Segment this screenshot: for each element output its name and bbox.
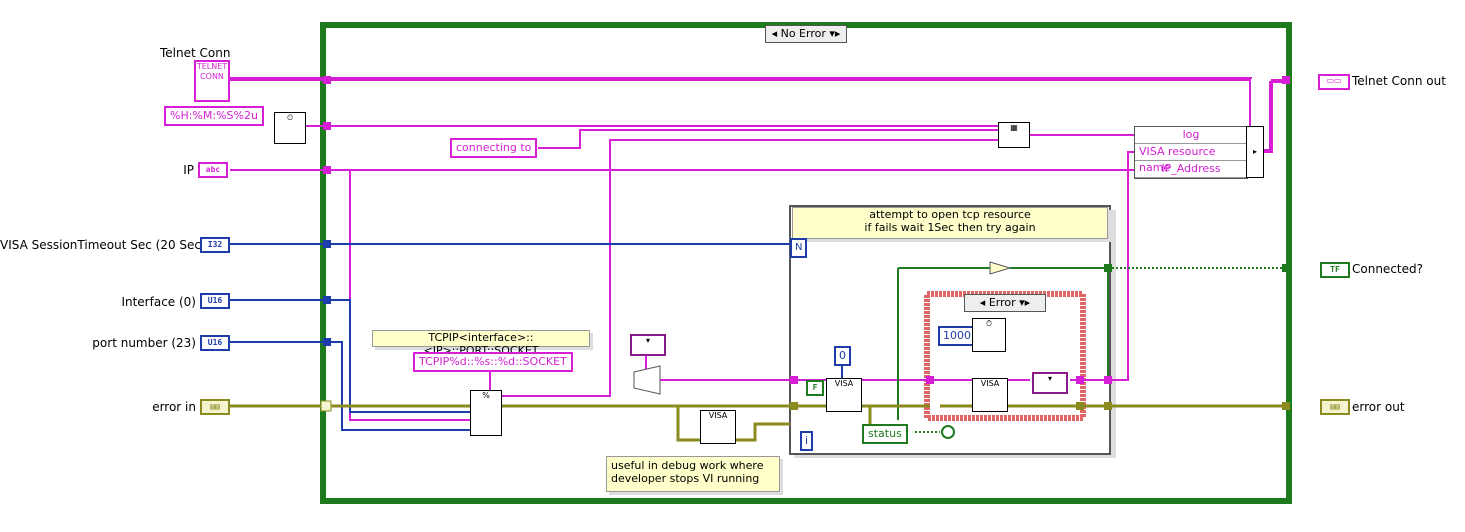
bundle-field-log: log [1135, 127, 1247, 144]
telnet-conn-out-indicator[interactable]: ▭▭ [1318, 74, 1350, 90]
interface-label: Interface (0) [121, 295, 196, 309]
error-out-indicator[interactable]: ▤▤ [1320, 399, 1350, 415]
enum-constant-icon[interactable]: ▾ [630, 334, 666, 356]
status-unbundle: status [862, 424, 908, 444]
case-selector[interactable]: ◂ No Error ▾▸ [765, 25, 847, 43]
loop-note: attempt to open tcp resource if fails wa… [792, 207, 1108, 239]
debug-note-line1: useful in debug work where [611, 459, 764, 472]
time-format-constant[interactable]: %H:%M:%S%2u [164, 106, 264, 126]
loop-note-line2: if fails wait 1Sec then try again [864, 221, 1036, 234]
visa-timeout-control[interactable]: I32 [200, 237, 230, 253]
visa-close-inner-icon: VISA [972, 378, 1008, 412]
telnet-conn-control[interactable]: TELNET CONN [194, 60, 230, 102]
case-selector-dropdown-icon: ▾▸ [829, 27, 841, 40]
false-constant[interactable]: F [806, 380, 824, 396]
bundle-field-visa: VISA resource name [1135, 144, 1247, 174]
error-in-label: error in [152, 400, 196, 414]
error-out-label: error out [1352, 400, 1405, 414]
error-case-selector[interactable]: ◂ Error ▾▸ [964, 294, 1046, 312]
status-label: status [868, 427, 902, 440]
bundle-by-name: log VISA resource name IP_Address [1134, 126, 1248, 179]
format-into-string-icon: % [470, 390, 502, 436]
case-selector-value: No Error [780, 27, 826, 40]
resource-format-constant[interactable]: TCPIP%d::%s::%d::SOCKET [413, 352, 573, 372]
port-number-control[interactable]: U16 [200, 335, 230, 351]
ip-control[interactable]: abc [198, 162, 228, 178]
error-case-value: Error [988, 296, 1016, 309]
error-case-left-icon: ◂ [979, 296, 986, 309]
interface-control[interactable]: U16 [200, 293, 230, 309]
resource-format-label: TCPIP<interface>::<IP>::PORT::SOCKET [372, 330, 590, 357]
visa-timeout-label: VISA SessionTimeout Sec (20 Sec) [0, 238, 206, 252]
format-time-string-icon: ⏲ [274, 112, 306, 144]
error-in-control[interactable]: ▤▤ [200, 399, 230, 415]
loop-count-terminal: N [790, 238, 808, 258]
loop-note-line1: attempt to open tcp resource [869, 208, 1031, 221]
error-out-icon: ▤▤ [1330, 402, 1340, 411]
loop-iteration-terminal: i [800, 431, 814, 451]
telnet-conn-label: Telnet Conn [160, 46, 231, 60]
string-wires [230, 77, 1290, 421]
connected-label: Connected? [1352, 262, 1423, 276]
telnet-conn-out-icon: ▭▭ [1326, 76, 1342, 85]
case-selector-left-icon: ◂ [771, 27, 778, 40]
error-cluster-icon: ▤▤ [210, 402, 220, 411]
debug-note-line2: developer stops VI running [611, 472, 760, 485]
error-case-dropdown-icon: ▾▸ [1019, 296, 1031, 309]
wait-ms-icon: ⏱ [972, 318, 1006, 352]
stop-if-true-icon [941, 425, 955, 439]
port-number-label: port number (23) [92, 336, 196, 350]
concatenate-strings-icon: ▦ [998, 122, 1030, 148]
connected-indicator[interactable]: TF [1320, 262, 1350, 278]
connecting-to-constant[interactable]: connecting to [450, 138, 538, 158]
telnet-conn-out-label: Telnet Conn out [1352, 74, 1446, 88]
wait-ms-constant[interactable]: 1000 [938, 326, 976, 346]
inner-enum-constant-icon[interactable]: ▾ [1032, 372, 1068, 394]
build-path-node [633, 365, 661, 395]
visa-close-icon: VISA [700, 410, 736, 444]
bundle-node-icon: ▸ [1246, 126, 1264, 178]
debug-note: useful in debug work where developer sto… [606, 456, 780, 492]
ip-label: IP [183, 163, 194, 177]
visa-open-icon: VISA [826, 378, 862, 412]
visa-zero-constant[interactable]: 0 [834, 346, 851, 366]
